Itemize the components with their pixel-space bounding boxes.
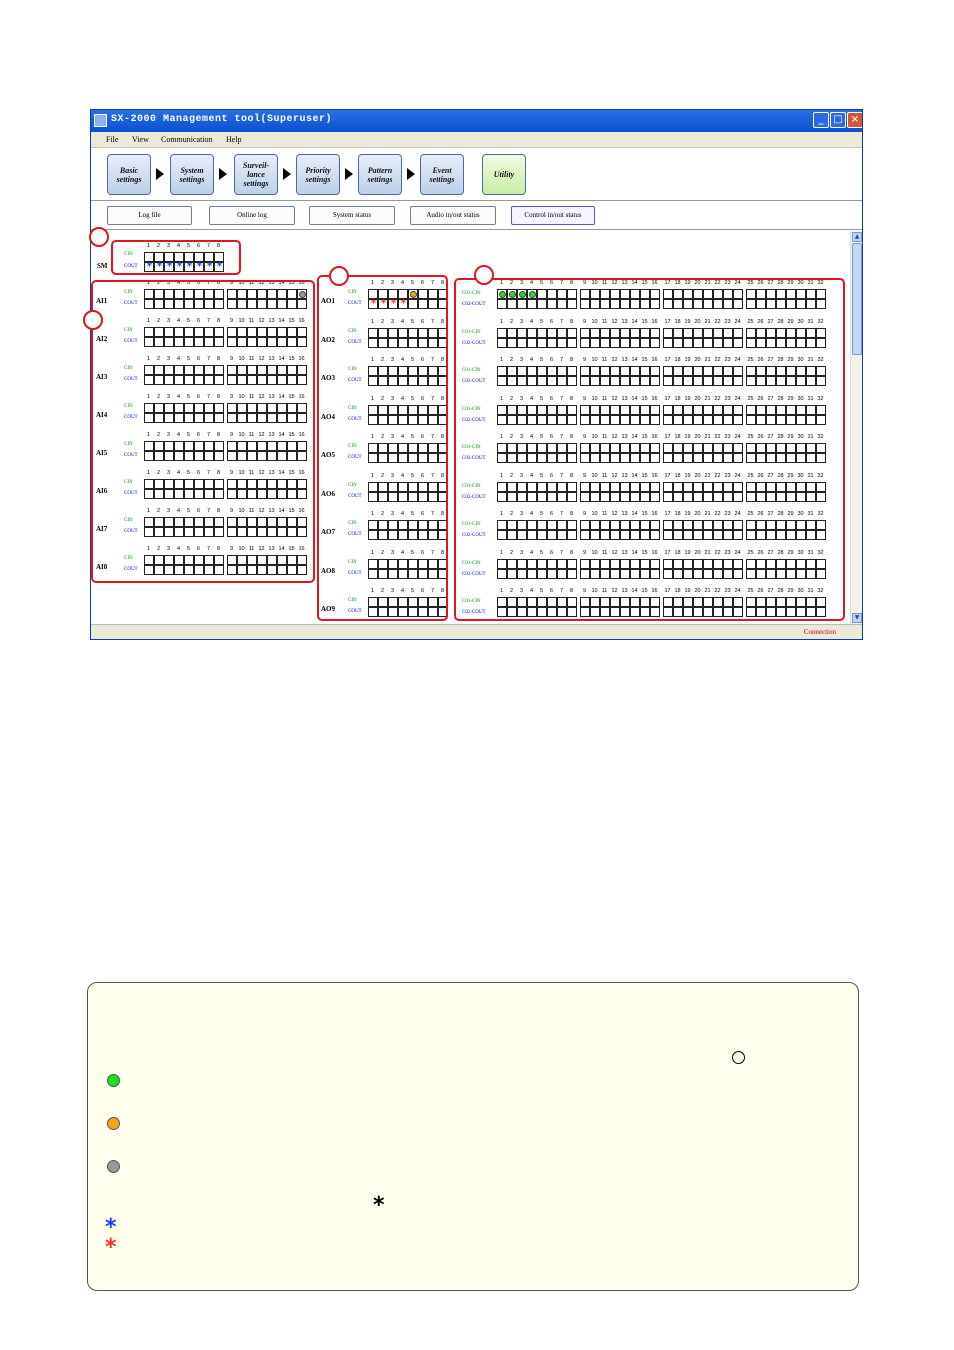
subnav-system-status-button[interactable]: System status (309, 206, 395, 225)
nav-button-label: Event settings (429, 165, 455, 184)
asterisk-icon: * (373, 1193, 385, 1218)
maximize-button[interactable]: □ (830, 112, 846, 128)
nav-arrow-icon (407, 168, 415, 180)
nav-arrow-icon (156, 168, 164, 180)
vertical-scrollbar[interactable]: ▲ ▼ (850, 231, 862, 624)
subnav-control-in-out-status-button[interactable]: Control in/out status (511, 206, 595, 225)
subnav-audio-in-out-status-button[interactable]: Audio in/out status (410, 206, 496, 225)
orange-dot-icon (107, 1117, 120, 1130)
nav-surveil-lance-settings-button[interactable]: Surveil-lance settings (234, 154, 278, 195)
minimize-button[interactable]: _ (813, 112, 829, 128)
sm-label: SM (97, 262, 108, 270)
menu-view[interactable]: View (132, 135, 149, 144)
app-icon (94, 114, 107, 127)
nav-button-label: Pattern settings (367, 165, 393, 184)
nav-button-label: Surveil-lance settings (242, 161, 270, 188)
legend-panel: * * * (87, 982, 859, 1291)
nav-utility-button[interactable]: Utility (482, 154, 526, 195)
menu-communication[interactable]: Communication (161, 135, 213, 144)
nav-pattern-settings-button[interactable]: Pattern settings (358, 154, 402, 195)
window-title: SX-2000 Management tool(Superuser) (111, 114, 333, 125)
nav-button-label: Basic settings (116, 165, 142, 184)
menu-bar: File View Communication Help (91, 132, 862, 148)
gray-dot-icon (107, 1160, 120, 1173)
close-button[interactable]: × (847, 112, 862, 128)
ai-highlight-frame (91, 280, 315, 583)
callout-circle-1 (89, 227, 109, 247)
red-asterisk-icon: * (105, 1235, 117, 1260)
title-bar: SX-2000 Management tool(Superuser) _ □ × (91, 110, 862, 132)
sm-highlight-frame (111, 240, 241, 275)
nav-arrow-icon (283, 168, 291, 180)
nav-priority-settings-button[interactable]: Priority settings (296, 154, 340, 195)
nav-arrow-icon (345, 168, 353, 180)
ci-highlight-frame (454, 278, 845, 621)
menu-file[interactable]: File (106, 135, 118, 144)
callout-circle-2 (83, 310, 103, 330)
green-dot-icon (107, 1074, 120, 1087)
scroll-down-icon[interactable]: ▼ (852, 613, 862, 623)
nav-system-settings-button[interactable]: System settings (170, 154, 214, 195)
scroll-thumb[interactable] (852, 243, 862, 355)
callout-circle-4 (474, 265, 494, 285)
nav-event-settings-button[interactable]: Event settings (420, 154, 464, 195)
scroll-up-icon[interactable]: ▲ (852, 232, 862, 242)
sub-nav-bar: Log file Online log System status Audio in/… (91, 200, 862, 230)
connection-status: Connection (803, 628, 836, 636)
menu-help[interactable]: Help (226, 135, 242, 144)
nav-button-label: System settings (179, 165, 205, 184)
subnav-log-file-button[interactable]: Log file (107, 206, 192, 225)
ao-highlight-frame (317, 275, 448, 621)
nav-button-label: Utility (493, 170, 515, 179)
nav-button-label: Priority settings (305, 165, 331, 184)
callout-circle-3 (329, 266, 349, 286)
nav-basic-settings-button[interactable]: Basic settings (107, 154, 151, 195)
nav-arrow-icon (219, 168, 227, 180)
hollow-circle-icon (732, 1051, 745, 1064)
nav-bar: Basic settings System settings Surveil-lan… (91, 148, 862, 200)
subnav-online-log-button[interactable]: Online log (209, 206, 295, 225)
status-bar: Connection (91, 624, 862, 639)
